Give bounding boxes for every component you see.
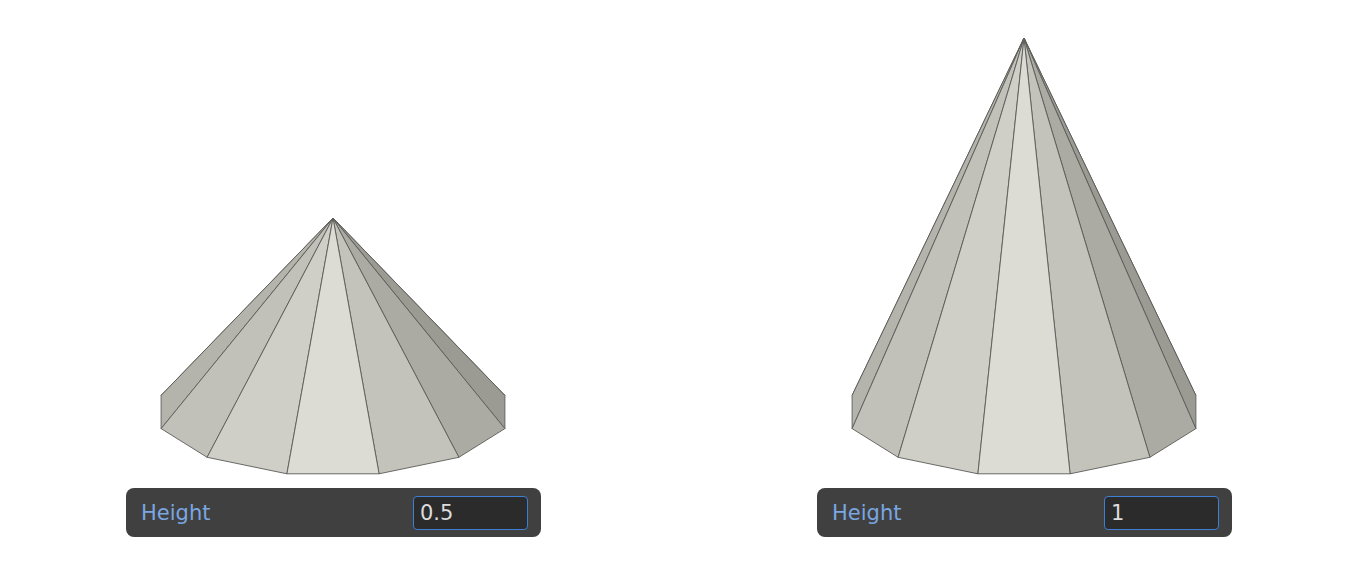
cone-model[interactable] [126,0,541,484]
cone-view: Height 1 [817,0,1232,572]
viewport: Height 0.5 Height 1 [0,0,1358,572]
cone-face [287,218,379,474]
height-input[interactable]: 0.5 [413,496,528,530]
height-label: Height [141,501,210,525]
cone-view: Height 0.5 [126,0,541,572]
height-panel: Height 1 [817,488,1232,537]
cone-face [978,38,1070,474]
height-input[interactable]: 1 [1104,496,1219,530]
height-panel: Height 0.5 [126,488,541,537]
height-label: Height [832,501,901,525]
cone-model[interactable] [817,0,1232,484]
